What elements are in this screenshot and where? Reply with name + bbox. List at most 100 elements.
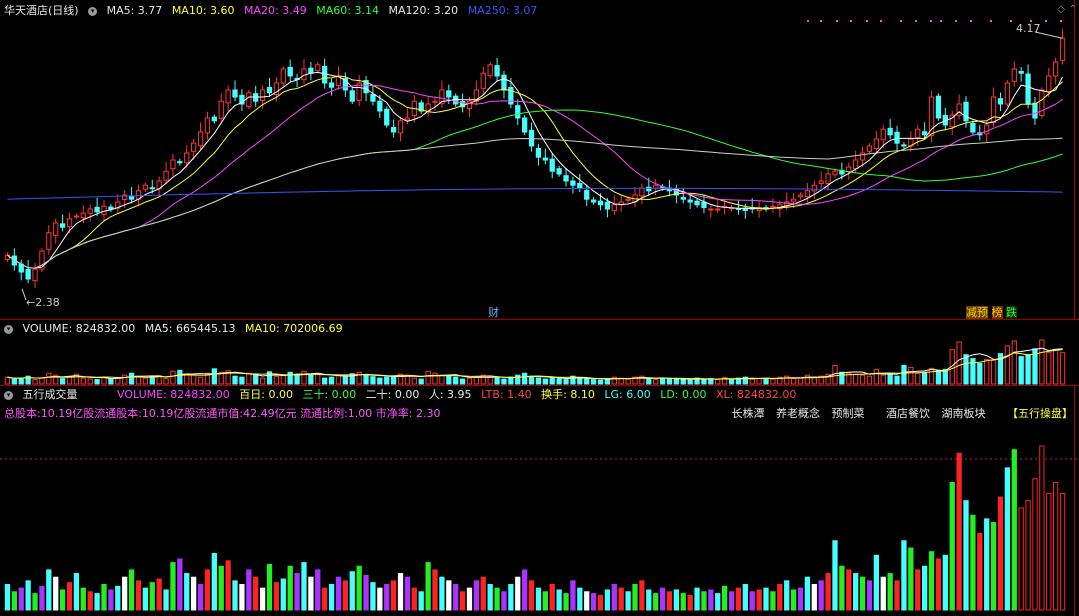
stock-info-line: 总股本:10.19亿股流通股本:10.19亿股流通市值:42.49亿元 流通比例… xyxy=(4,407,441,420)
candle-body xyxy=(1004,82,1011,105)
volume-bar xyxy=(335,374,342,385)
cai-badge[interactable]: 财 xyxy=(488,304,499,320)
wuxing-bar xyxy=(46,569,52,611)
candle-body xyxy=(494,65,500,77)
wuxing-bar xyxy=(956,452,962,611)
wuxing-bar xyxy=(570,580,576,611)
volume-bar xyxy=(11,378,17,385)
volume-bar xyxy=(515,374,521,385)
stock-title: 华天酒店(日线) xyxy=(4,4,79,17)
volume-bar xyxy=(46,372,52,385)
wuxing-bar xyxy=(191,576,197,611)
wuxing-bar xyxy=(73,573,80,611)
candle-body xyxy=(39,250,45,270)
volume-bar xyxy=(4,376,11,385)
wuxing-bar xyxy=(480,576,486,611)
candle-body xyxy=(266,86,273,94)
wuxing-bar xyxy=(39,585,45,611)
wuxing-bar xyxy=(239,583,245,611)
wuxing-bar xyxy=(777,583,783,611)
wuxing-bar xyxy=(335,576,342,611)
wuxing-bar xyxy=(177,558,183,611)
candle-body xyxy=(984,124,990,135)
wuxing-bar xyxy=(315,569,321,611)
wuxing-bar xyxy=(211,553,217,611)
price-chart[interactable] xyxy=(0,0,1079,320)
volume-bar xyxy=(728,378,735,385)
wuxing-bar xyxy=(1018,507,1024,611)
wuxing-bar xyxy=(722,585,728,611)
wuxing-bar xyxy=(446,580,452,611)
wuxing-bar xyxy=(94,593,100,611)
wuxing-bar xyxy=(970,514,976,611)
wuxing-bar xyxy=(11,591,17,611)
tag-changzhutan[interactable]: 长株潭 xyxy=(732,407,765,420)
wuxing-bar xyxy=(232,580,238,611)
wuxing-bar xyxy=(584,591,590,611)
volume-bar xyxy=(1053,349,1059,385)
die-badge[interactable]: 跌 xyxy=(1006,306,1017,319)
candle-body xyxy=(556,168,562,175)
wuxing-bar xyxy=(666,591,673,611)
tag-yanglao[interactable]: 养老概念 xyxy=(776,407,820,420)
candle-body xyxy=(604,201,611,210)
wuxing-bar xyxy=(108,589,114,611)
wuxing-bar xyxy=(997,496,1004,611)
volume-bar xyxy=(184,373,190,385)
wuxing-bar xyxy=(356,565,362,611)
wuxing-bar xyxy=(894,580,900,611)
wuxing-bar xyxy=(763,587,769,611)
volume-bar xyxy=(839,371,845,385)
candle-body xyxy=(894,131,900,144)
tag-yuzhicai[interactable]: 预制菜 xyxy=(832,407,865,420)
volume-bar xyxy=(239,376,245,385)
wuxing-bar xyxy=(4,583,11,611)
wuxing-bar xyxy=(653,593,659,611)
volume-bar xyxy=(384,376,390,385)
wuxing-bar xyxy=(1032,478,1038,611)
ma120-label: MA120: 3.20 xyxy=(388,4,459,17)
volume-collapse-icon[interactable]: ▾ xyxy=(4,324,13,334)
jian-badge[interactable]: 减 xyxy=(966,306,977,319)
wuxing-bar xyxy=(701,591,707,611)
wuxing-bar xyxy=(639,580,645,611)
volume-bar xyxy=(894,375,900,385)
wuxing-xl: XL: 824832.00 xyxy=(716,388,797,401)
volume-bar xyxy=(1059,352,1066,385)
candle-body xyxy=(1011,68,1017,82)
volume-bar xyxy=(1018,356,1024,385)
wuxing-bar xyxy=(1004,467,1011,611)
candle-body xyxy=(997,98,1004,105)
tag-hunan[interactable]: 湖南板块 xyxy=(942,407,986,420)
bang-badge[interactable]: 榜 xyxy=(991,306,1003,319)
volume-bar xyxy=(80,377,86,385)
candle-body xyxy=(680,197,686,200)
signal-dot xyxy=(1045,20,1047,22)
wuxing-bar xyxy=(128,569,135,611)
volume-bar xyxy=(301,370,307,385)
candle-body xyxy=(225,89,231,104)
candle-body xyxy=(639,187,645,197)
candle-body xyxy=(825,173,831,185)
wuxing-bar xyxy=(163,589,169,611)
candle-body xyxy=(577,183,583,189)
wuxing-bar xyxy=(432,569,438,611)
collapse-icon[interactable]: ▾ xyxy=(88,6,98,16)
candle-body xyxy=(832,170,838,176)
volume-bar xyxy=(108,378,114,385)
candle-body xyxy=(549,158,555,172)
volume-panel[interactable]: ▾ VOLUME: 824832.00 MA5: 665445.13 MA10:… xyxy=(0,320,1079,386)
wuxing-bar xyxy=(694,587,700,611)
arrow-up-icon[interactable]: ⌃ xyxy=(1069,4,1077,15)
price-panel[interactable]: 华天酒店(日线) ▾ MA5: 3.77 MA10: 3.60 MA20: 3.… xyxy=(0,0,1079,320)
wuxing-bar xyxy=(218,565,224,611)
candle-body xyxy=(701,201,707,209)
yu-badge[interactable]: 预 xyxy=(977,306,988,319)
wuxing-bar xyxy=(577,587,583,611)
tag-wuxing[interactable]: 【五行操盘】 xyxy=(1007,407,1073,420)
tag-jiudian[interactable]: 酒店餐饮 xyxy=(886,407,930,420)
signal-dot xyxy=(990,20,992,22)
wuxing-collapse-icon[interactable]: ▾ xyxy=(4,390,13,400)
settings-diamond-icon[interactable]: ◇ xyxy=(1057,4,1065,15)
wuxing-bar xyxy=(1025,500,1031,611)
